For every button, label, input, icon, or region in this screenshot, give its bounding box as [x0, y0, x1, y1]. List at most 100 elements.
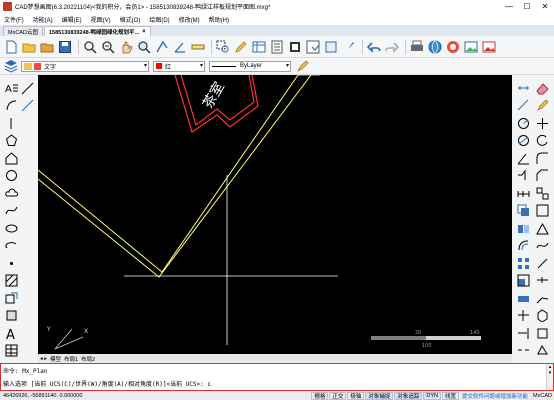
toggle-dyn[interactable]: DYN: [423, 391, 442, 400]
web-button[interactable]: [445, 39, 461, 55]
select-zoom-button[interactable]: [215, 39, 231, 55]
revision-cloud-button[interactable]: [4, 186, 18, 200]
menu-view[interactable]: 视图(V): [91, 15, 111, 24]
feedback-link[interactable]: 提交软件问题或增加新功能: [460, 392, 530, 400]
regen-button[interactable]: [154, 39, 170, 55]
lengthen-button[interactable]: [535, 239, 549, 253]
copy-button[interactable]: [516, 204, 530, 218]
aligned-dimension-button[interactable]: [516, 99, 530, 113]
color-select[interactable]: 红 ▾: [153, 60, 205, 72]
maximize-button[interactable]: ☐: [518, 0, 536, 13]
open-file-button[interactable]: [21, 39, 37, 55]
close-button[interactable]: ✕: [536, 0, 554, 13]
nav-arrows-icon[interactable]: ◂ ▸: [40, 356, 47, 362]
extend-button[interactable]: [516, 326, 530, 340]
explode-button[interactable]: [535, 186, 549, 200]
angular-dimension-button[interactable]: [516, 151, 530, 165]
purge-button[interactable]: [323, 39, 339, 55]
menu-draw[interactable]: 绘图(D): [149, 15, 169, 24]
command-input[interactable]: 输入选项 [当前 UCS(C)/世界(W)/角度(A)/相对角度(R)]<当前 …: [3, 379, 211, 388]
measure-angle-button[interactable]: [172, 39, 188, 55]
measure-button[interactable]: [190, 39, 206, 55]
cube-button[interactable]: [535, 326, 549, 340]
scale-button[interactable]: [516, 274, 530, 288]
menu-edit[interactable]: 编辑(E): [62, 15, 82, 24]
divide-button[interactable]: [535, 256, 549, 270]
redo-button[interactable]: [384, 39, 400, 55]
chamfer-button[interactable]: [535, 169, 549, 183]
break-at-point-button[interactable]: [535, 274, 549, 288]
linetype-select[interactable]: ByLayer ▾: [209, 60, 291, 72]
insert-block-button[interactable]: [4, 291, 18, 305]
continue-dimension-button[interactable]: [516, 186, 530, 200]
3d-box-button[interactable]: [535, 309, 549, 323]
multiline-text-button[interactable]: A: [4, 81, 18, 95]
toggle-ortho[interactable]: 正交: [329, 391, 347, 400]
line-tool-button[interactable]: [4, 116, 18, 130]
export-pdf-button[interactable]: [427, 39, 443, 55]
ellipse-arc-button[interactable]: [4, 239, 18, 253]
menu-file[interactable]: 文件(F): [4, 15, 24, 24]
properties-button[interactable]: [269, 39, 285, 55]
rotate-button[interactable]: [535, 134, 549, 148]
radius-dimension-button[interactable]: [516, 116, 530, 130]
move-button[interactable]: [535, 116, 549, 130]
drawing-canvas[interactable]: 茶室 20 140 100 Y X: [38, 75, 512, 354]
toggle-polar[interactable]: 极轴: [347, 391, 365, 400]
erase-button[interactable]: [535, 81, 549, 95]
toggle-otrack[interactable]: 对象追踪: [394, 391, 423, 400]
align-button[interactable]: [535, 221, 549, 235]
menu-function[interactable]: 功能(A): [33, 15, 53, 24]
tab-layout1[interactable]: 布局1: [64, 355, 78, 363]
point-button[interactable]: [4, 256, 18, 270]
offset-button[interactable]: [516, 239, 530, 253]
dimension-button[interactable]: [516, 81, 530, 95]
minimize-button[interactable]: —: [500, 0, 518, 13]
mirror-button[interactable]: [516, 221, 530, 235]
block-button[interactable]: [287, 39, 303, 55]
polygon-button[interactable]: [4, 134, 18, 148]
undo-button[interactable]: [366, 39, 382, 55]
ellipse-button[interactable]: [4, 221, 18, 235]
trim-button[interactable]: [516, 309, 530, 323]
layer-manager-button[interactable]: [3, 58, 19, 74]
pedit-button[interactable]: [535, 291, 549, 305]
join-button[interactable]: [535, 204, 549, 218]
break-button[interactable]: [516, 344, 530, 358]
toggle-lineweight[interactable]: 线宽: [442, 391, 460, 400]
stretch-button[interactable]: [516, 291, 530, 305]
construction-line-button[interactable]: [20, 99, 34, 113]
spline-button[interactable]: [4, 204, 18, 218]
table-tool-button[interactable]: [4, 344, 18, 358]
edit-text-button[interactable]: [233, 39, 249, 55]
zoom-extents-button[interactable]: [136, 39, 152, 55]
toggle-grid[interactable]: 栅格: [311, 391, 329, 400]
menu-help[interactable]: 帮助(H): [209, 15, 229, 24]
menu-format[interactable]: 格式(O): [120, 15, 141, 24]
polyline-button[interactable]: [20, 81, 34, 95]
layer-select[interactable]: 文字 ▾: [21, 60, 149, 72]
pan-button[interactable]: [118, 39, 134, 55]
toggle-osnap[interactable]: 对象捕捉: [365, 391, 394, 400]
insert-image-button[interactable]: [481, 39, 497, 55]
diameter-dimension-button[interactable]: [516, 134, 530, 148]
text-button[interactable]: A: [4, 326, 18, 340]
open-button[interactable]: [39, 39, 55, 55]
house-shape-button[interactable]: [4, 151, 18, 165]
table-button[interactable]: [251, 39, 267, 55]
zoom-window-button[interactable]: [82, 39, 98, 55]
brush-button[interactable]: [341, 39, 357, 55]
print-button[interactable]: [409, 39, 425, 55]
fillet-button[interactable]: [535, 151, 549, 165]
view-cube-button[interactable]: [535, 344, 549, 358]
tab-mxcad-cloud[interactable]: MxCAD云图: [3, 26, 43, 36]
zoom-realtime-button[interactable]: [100, 39, 116, 55]
tab-drawing[interactable]: 1585130839248-鸭绿园绿化规划平... ×: [43, 26, 151, 36]
hatch-button[interactable]: [4, 274, 18, 288]
save-button[interactable]: [57, 39, 73, 55]
tab-layout2[interactable]: 布局2: [81, 355, 95, 363]
tab-model[interactable]: 模型: [50, 355, 61, 363]
command-scrollbar[interactable]: ▴ ▾: [546, 364, 553, 390]
close-tab-icon[interactable]: ×: [142, 29, 146, 35]
select-similar-button[interactable]: [535, 99, 549, 113]
